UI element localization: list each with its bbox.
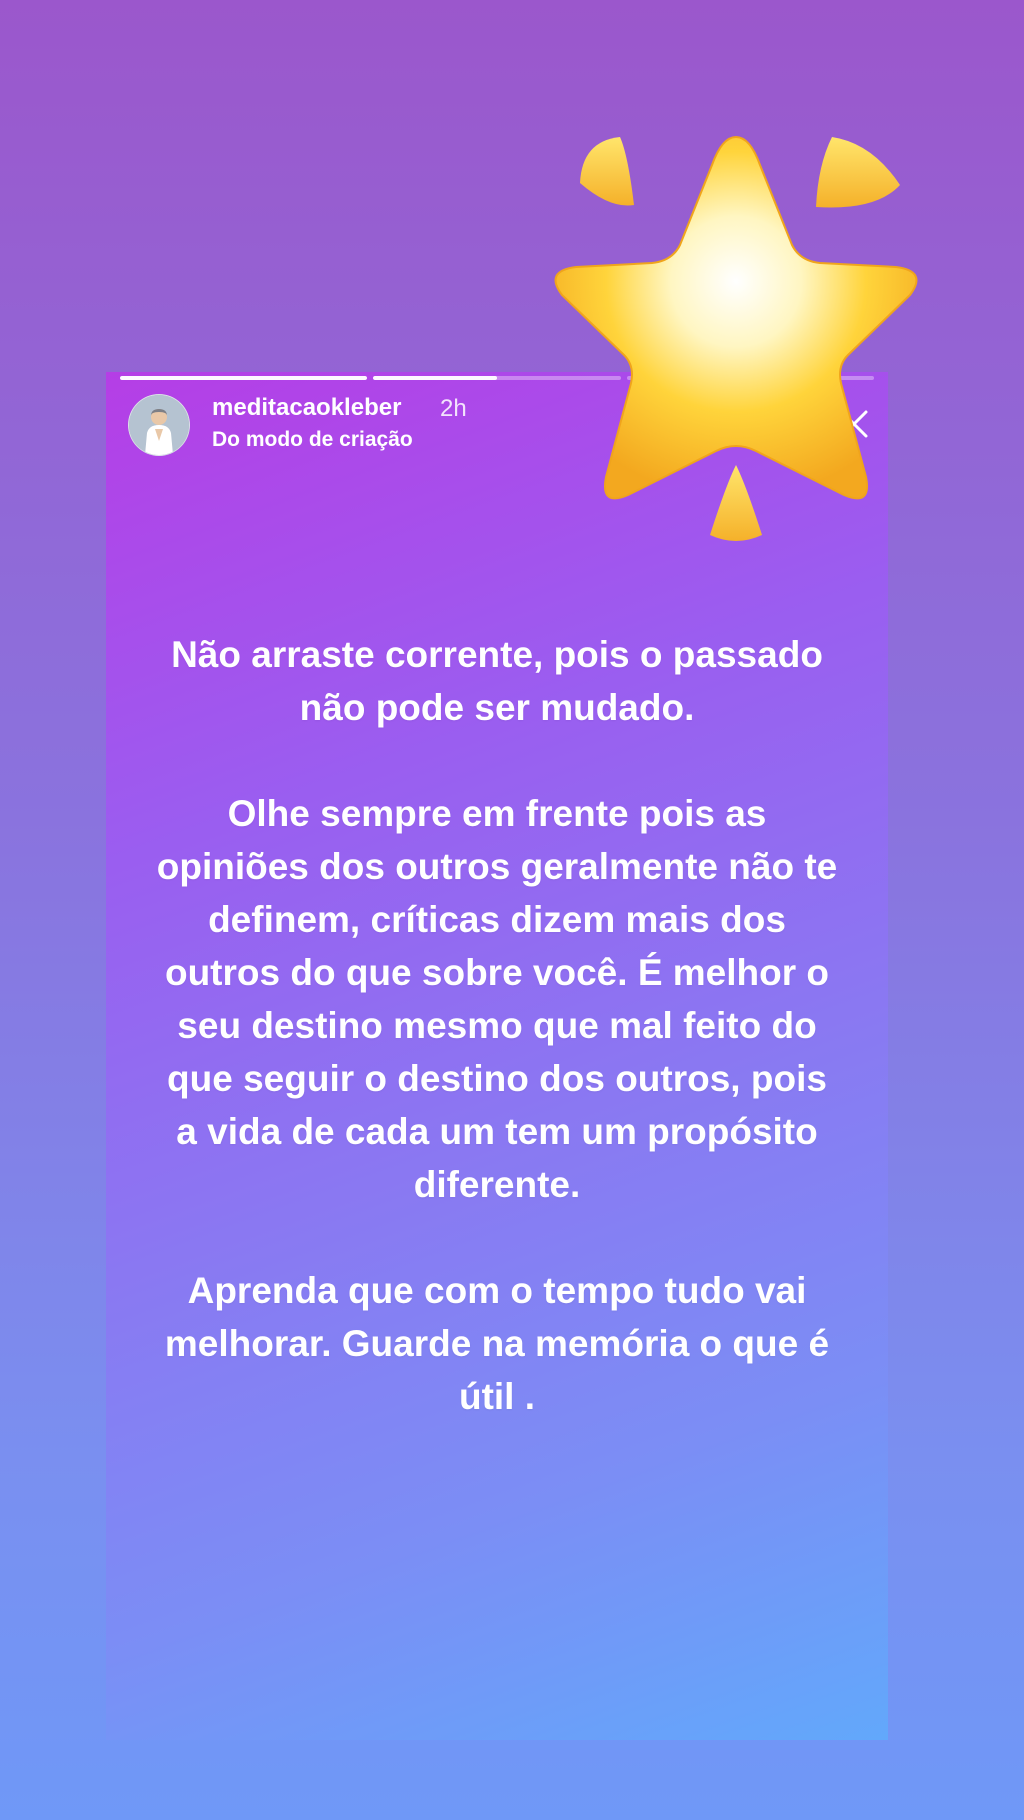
glowing-star-sticker[interactable] [530, 115, 950, 565]
story-card[interactable]: meditacaokleber 2h Do modo de criação Nã… [106, 372, 888, 1740]
story-username[interactable]: meditacaokleber [212, 394, 401, 422]
progress-fill [373, 376, 497, 380]
glowing-star-icon [554, 135, 918, 541]
progress-fill [120, 376, 368, 380]
story-text: Não arraste corrente, pois o passado não… [156, 628, 838, 1476]
avatar-photo [129, 395, 189, 455]
story-paragraph: Aprenda que com o tempo tudo vai melhora… [164, 1270, 830, 1417]
progress-segment [120, 376, 368, 380]
story-paragraph: Olhe sempre em frente pois as opiniões d… [156, 793, 838, 1205]
story-paragraph: Não arraste corrente, pois o passado não… [171, 634, 823, 728]
avatar[interactable] [128, 394, 190, 456]
story-subtitle: Do modo de criação [212, 428, 413, 451]
story-timestamp: 2h [440, 395, 467, 422]
